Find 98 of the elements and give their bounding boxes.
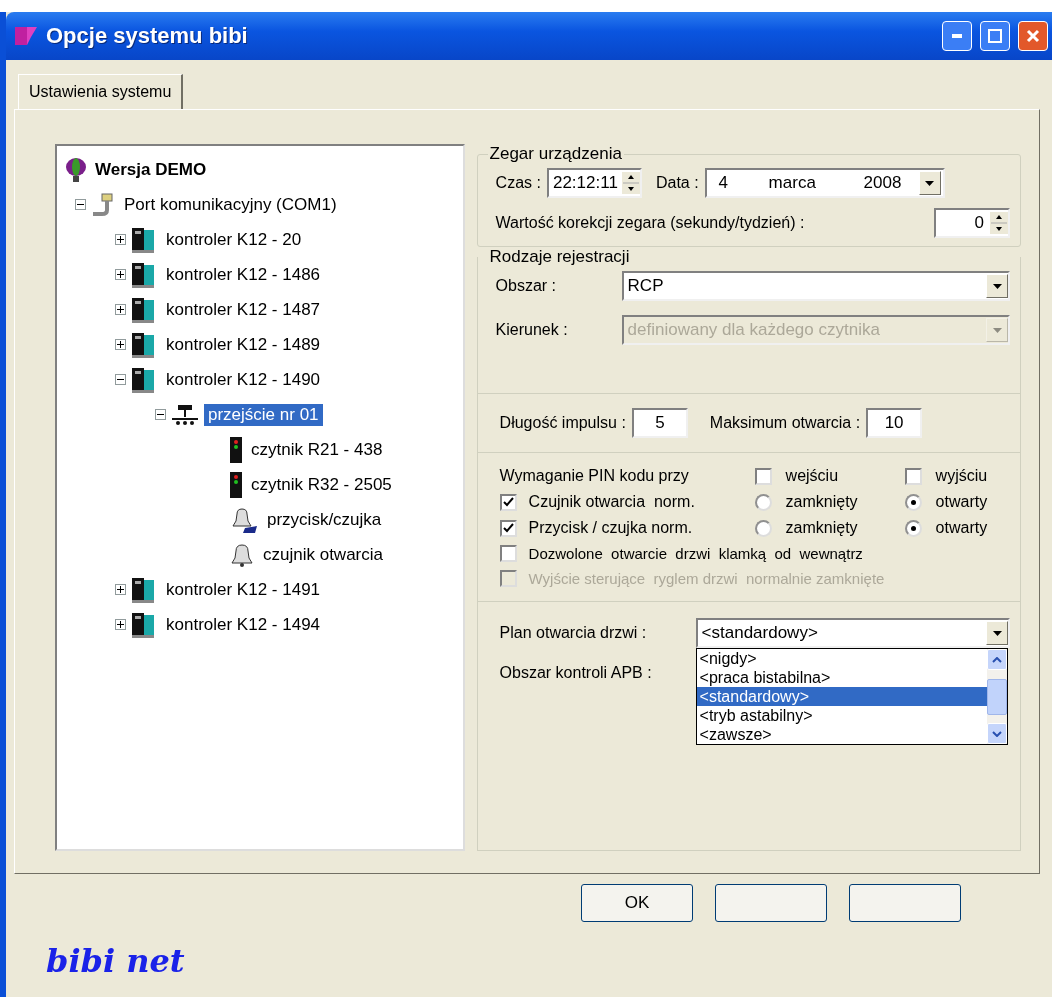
expand-toggle[interactable] [115, 269, 126, 280]
field-label: Wymaganie PIN kodu przy [499, 467, 690, 485]
plus-icon [117, 586, 124, 593]
checkbox[interactable] [499, 545, 517, 562]
reader-icon [229, 470, 243, 499]
tab[interactable]: Ustawienia systemu [18, 74, 184, 109]
field-label: Kierunek : [495, 321, 569, 339]
plus-icon [117, 306, 124, 313]
maximize-button[interactable] [980, 21, 1010, 51]
field-label: Data : [655, 174, 699, 192]
expand-toggle[interactable] [75, 199, 86, 210]
caret-icon [992, 630, 1002, 636]
max-open-field[interactable]: 10 [866, 408, 923, 438]
tree-item[interactable]: kontroler K12 - 1491 [162, 578, 325, 601]
checkbox[interactable] [754, 467, 772, 485]
field-label: Maksimum otwarcia : [709, 414, 861, 432]
minus-icon [117, 376, 124, 383]
caret-icon [992, 283, 1002, 289]
tree-item[interactable]: kontroler K12 - 1486 [162, 263, 325, 286]
minus-icon [157, 411, 164, 418]
checkbox[interactable] [904, 467, 922, 485]
tree-item[interactable]: czujnik otwarcia [259, 543, 387, 566]
plus-icon [117, 236, 124, 243]
minus-icon [77, 201, 84, 208]
expand-toggle[interactable] [115, 619, 126, 630]
spinner-icon[interactable] [990, 212, 1008, 234]
dropdown[interactable]: <standardowy> [695, 618, 1010, 648]
expand-toggle[interactable] [115, 374, 126, 385]
checkbox-label: Wyjście sterujące ryglem drzwi normalnie zamknięte [528, 570, 885, 587]
group-title: Rodzaje rejestracji [488, 247, 631, 267]
checkbox-label: Czujnik otwarcia norm. [528, 493, 695, 511]
correction-field[interactable]: 0 [934, 208, 1010, 238]
radio-label: zamknięty [785, 493, 858, 511]
ok-button[interactable]: OK [581, 884, 693, 922]
caret-icon [925, 180, 935, 186]
list-item[interactable]: <standardowy> [696, 687, 987, 706]
spinner-icon[interactable] [621, 172, 640, 194]
scrollbar[interactable] [986, 649, 1007, 744]
tree-item[interactable]: kontroler K12 - 1494 [162, 613, 325, 636]
tree-item[interactable]: czytnik R21 - 438 [247, 438, 387, 461]
checkbox-label: wyjściu [935, 467, 988, 485]
tree-item[interactable]: czytnik R32 - 2505 [247, 473, 396, 496]
bell-icon [229, 505, 259, 534]
tree-item[interactable]: kontroler K12 - 1489 [162, 333, 325, 356]
tree-item[interactable]: kontroler K12 - 1487 [162, 298, 325, 321]
dialog-button[interactable] [715, 884, 827, 922]
radio-button[interactable] [904, 493, 922, 511]
field-label: Wartość korekcji zegara (sekundy/tydzień) : [495, 214, 805, 232]
radio-button[interactable] [754, 519, 772, 537]
checkbox-label: wejściu [785, 467, 839, 485]
radio-label: otwarty [935, 519, 988, 537]
tree-item[interactable]: Port komunikacyjny (COM1) [120, 193, 341, 216]
expand-toggle[interactable] [155, 409, 166, 420]
checkbox-label: Przycisk / czujka norm. [528, 519, 693, 537]
checkbox[interactable] [499, 519, 517, 537]
field-label: Długość impulsu : [499, 414, 626, 432]
time-field[interactable]: 22:12:11 [546, 168, 642, 198]
close-button[interactable] [1018, 21, 1048, 51]
plus-icon [117, 341, 124, 348]
plus-icon [117, 621, 124, 628]
tree-item[interactable]: Wersja DEMO [91, 158, 211, 181]
minimize-icon [952, 34, 962, 38]
radio-button[interactable] [754, 493, 772, 511]
plus-icon [117, 271, 124, 278]
tree-item[interactable]: przycisk/czujka [263, 508, 386, 531]
expand-toggle[interactable] [115, 234, 126, 245]
radio-button[interactable] [904, 519, 922, 537]
app-icon [14, 25, 38, 47]
logo: bibi net [46, 942, 186, 980]
date-picker[interactable]: 4 marca 2008 [704, 168, 945, 198]
impulse-field[interactable]: 5 [631, 408, 688, 438]
radio-label: otwarty [935, 493, 988, 511]
window-title: Opcje systemu bibi [46, 23, 249, 49]
dropdown[interactable]: RCP [621, 271, 1010, 301]
tree-item[interactable]: przejście nr 01 [204, 403, 323, 426]
expand-toggle[interactable] [115, 584, 126, 595]
expand-toggle[interactable] [115, 339, 126, 350]
maximize-icon [988, 29, 1002, 43]
radio-label: zamknięty [785, 519, 858, 537]
field-label: Plan otwarcia drzwi : [499, 624, 648, 642]
plug-icon [90, 191, 116, 218]
bell-icon [229, 541, 255, 568]
tree-item[interactable]: kontroler K12 - 1490 [162, 368, 325, 391]
close-icon [1026, 29, 1040, 43]
field-label: Czas : [495, 174, 541, 192]
field-label: Obszar kontroli APB : [499, 664, 652, 682]
checkbox[interactable] [499, 493, 517, 511]
dialog-button[interactable] [849, 884, 961, 922]
checkbox-label: Dozwolone otwarcie drzwi klamką od wewnątrz [528, 545, 863, 562]
gate-icon [170, 402, 200, 427]
field-label: Obszar : [495, 277, 558, 295]
reader-icon [229, 435, 243, 464]
expand-toggle[interactable] [115, 304, 126, 315]
tree-item[interactable]: kontroler K12 - 20 [162, 228, 306, 251]
minimize-button[interactable] [942, 21, 972, 51]
caret-icon [992, 327, 1002, 333]
group-title: Zegar urządzenia [488, 144, 623, 164]
balloon-icon [65, 156, 87, 183]
